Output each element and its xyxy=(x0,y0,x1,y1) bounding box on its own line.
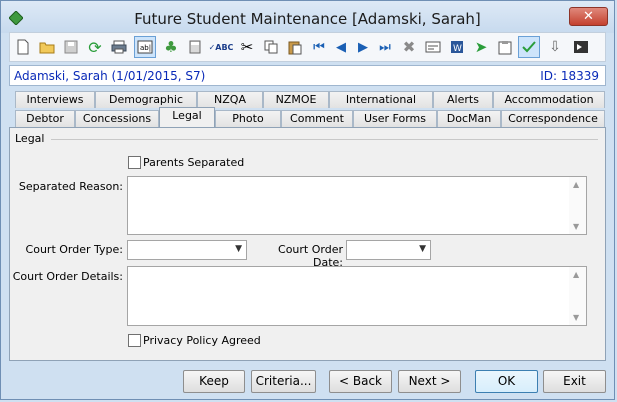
tab-docman[interactable]: DocMan xyxy=(437,110,501,127)
download-icon[interactable]: ⇩ xyxy=(544,36,566,58)
save-icon[interactable] xyxy=(60,36,82,58)
svg-text:ab|: ab| xyxy=(140,44,151,52)
court-order-type-label: Court Order Type: xyxy=(25,243,123,256)
group-title: Legal xyxy=(15,132,45,145)
main-window: Future Student Maintenance [Adamski, Sar… xyxy=(0,0,615,400)
chevron-down-icon: ▼ xyxy=(235,244,242,254)
privacy-policy-label: Privacy Policy Agreed xyxy=(143,334,261,347)
next-record-icon[interactable]: ▶ xyxy=(352,36,374,58)
ok-button[interactable]: OK xyxy=(475,370,538,393)
tab-interviews[interactable]: Interviews xyxy=(15,91,95,108)
exit-button[interactable]: Exit xyxy=(543,370,606,393)
tab-legal[interactable]: Legal xyxy=(159,107,215,127)
tab-nzmoe[interactable]: NZMOE xyxy=(263,91,329,108)
scrollbar[interactable]: ▲ ▼ xyxy=(569,267,586,325)
tab-photo[interactable]: Photo xyxy=(215,110,281,127)
parents-separated-checkbox[interactable] xyxy=(128,156,141,169)
tab-nzqa[interactable]: NZQA xyxy=(197,91,263,108)
tree-icon[interactable]: ♣ xyxy=(160,36,182,58)
keep-button[interactable]: Keep xyxy=(183,370,245,393)
word-icon[interactable]: W xyxy=(446,36,468,58)
approve-icon[interactable] xyxy=(518,36,540,58)
chevron-down-icon: ▼ xyxy=(419,244,426,254)
close-button[interactable]: ✕ xyxy=(569,7,608,26)
separated-reason-label: Separated Reason: xyxy=(18,180,123,193)
tab-international[interactable]: International xyxy=(329,91,433,108)
court-order-type-select[interactable]: ▼ xyxy=(127,240,247,260)
send-icon[interactable]: ➤ xyxy=(470,36,492,58)
group-divider xyxy=(51,139,598,140)
back-button[interactable]: < Back xyxy=(329,370,392,393)
tab-accommodation[interactable]: Accommodation xyxy=(493,91,605,108)
tab-concessions[interactable]: Concessions xyxy=(75,110,159,127)
court-order-details-input[interactable]: ▲ ▼ xyxy=(127,266,587,326)
tab-user-forms[interactable]: User Forms xyxy=(353,110,437,127)
prev-record-icon[interactable]: ◀ xyxy=(330,36,352,58)
tab-alerts[interactable]: Alerts xyxy=(433,91,493,108)
court-order-date-picker[interactable]: ▼ xyxy=(346,240,431,260)
calculator-icon[interactable] xyxy=(184,36,206,58)
criteria-button[interactable]: Criteria... xyxy=(251,370,316,393)
print-icon[interactable] xyxy=(108,36,130,58)
spellcheck-icon[interactable]: ✓ABC xyxy=(209,36,234,58)
separated-reason-input[interactable]: ▲ ▼ xyxy=(127,176,587,235)
open-icon[interactable] xyxy=(36,36,58,58)
present-icon[interactable] xyxy=(570,36,592,58)
clipboard-icon[interactable] xyxy=(494,36,516,58)
tab-demographic[interactable]: Demographic xyxy=(95,91,197,108)
next-button[interactable]: Next > xyxy=(398,370,461,393)
scrollbar[interactable]: ▲ ▼ xyxy=(569,177,586,234)
refresh-icon[interactable]: ⟳ xyxy=(84,36,106,58)
mail-icon[interactable] xyxy=(422,36,444,58)
delete-icon[interactable]: ✖ xyxy=(398,36,420,58)
student-name: Adamski, Sarah (1/01/2015, S7) xyxy=(14,69,206,83)
title-bar: Future Student Maintenance [Adamski, Sar… xyxy=(1,1,614,33)
svg-text:W: W xyxy=(453,44,462,54)
last-record-icon[interactable]: ⏭ xyxy=(374,36,396,58)
first-record-icon[interactable]: ⏮ xyxy=(308,36,330,58)
paste-icon[interactable] xyxy=(284,36,306,58)
court-order-details-label: Court Order Details: xyxy=(12,270,123,283)
copy-icon[interactable] xyxy=(260,36,282,58)
text-field-icon[interactable]: ab| xyxy=(134,36,156,58)
tab-correspondence[interactable]: Correspondence xyxy=(501,110,605,127)
tab-debtor[interactable]: Debtor xyxy=(15,110,75,127)
student-id: ID: 18339 xyxy=(540,69,599,83)
toolbar: ⟳ ab| ♣ ✓ABC ✂ ⏮ ◀ ▶ ⏭ ✖ W ➤ ⇩ xyxy=(9,32,606,62)
student-header: Adamski, Sarah (1/01/2015, S7) ID: 18339 xyxy=(9,65,606,86)
privacy-policy-checkbox[interactable] xyxy=(128,334,141,347)
parents-separated-label: Parents Separated xyxy=(143,156,245,169)
tab-comment[interactable]: Comment xyxy=(281,110,353,127)
cut-icon[interactable]: ✂ xyxy=(236,36,258,58)
new-icon[interactable] xyxy=(12,36,34,58)
window-title: Future Student Maintenance [Adamski, Sar… xyxy=(134,10,481,28)
